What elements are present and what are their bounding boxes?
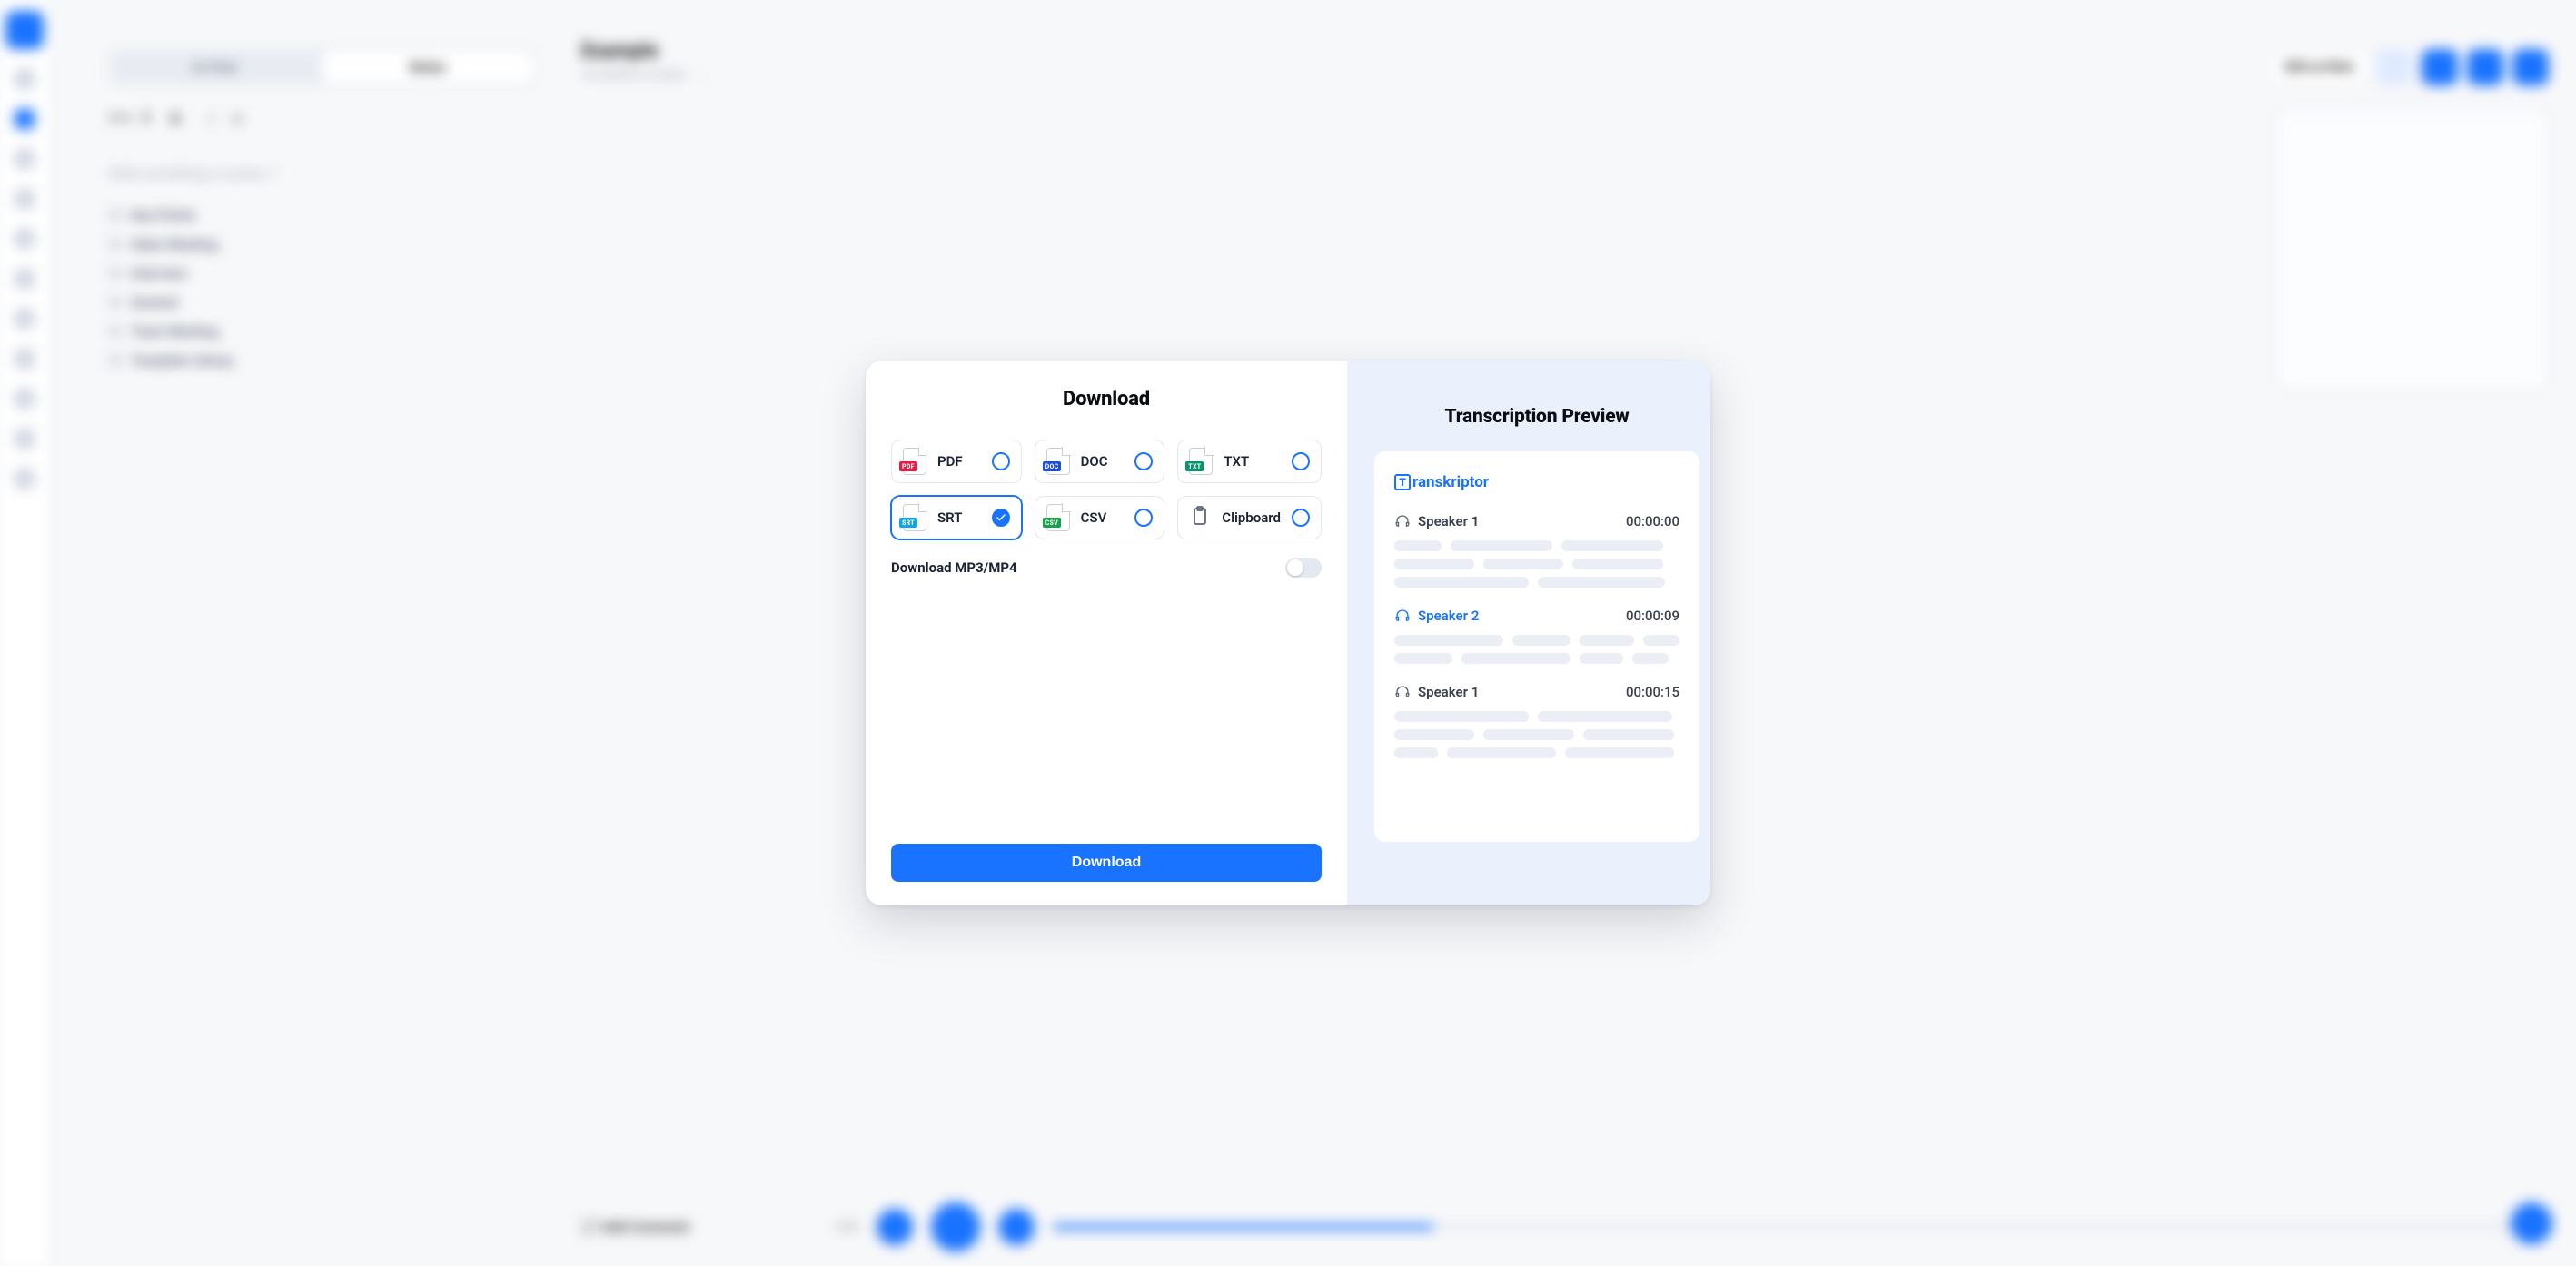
format-option-srt[interactable]: SRT SRT bbox=[891, 496, 1022, 539]
format-radio bbox=[1134, 452, 1153, 470]
skeleton-bar bbox=[1580, 653, 1623, 664]
download-title: Download bbox=[891, 388, 1322, 410]
skeleton-bar bbox=[1580, 635, 1634, 646]
skeleton-bar bbox=[1632, 653, 1669, 664]
segment-timestamp: 00:00:15 bbox=[1626, 684, 1679, 700]
segment-header: Speaker 1 00:00:00 bbox=[1394, 513, 1679, 529]
skeleton-row bbox=[1394, 653, 1679, 664]
skeleton-bar bbox=[1538, 577, 1665, 588]
brand-mark-icon: T bbox=[1394, 474, 1411, 490]
format-option-doc[interactable]: DOC DOC bbox=[1035, 440, 1165, 483]
brand-logo: Transkriptor bbox=[1394, 473, 1679, 491]
skeleton-bar bbox=[1483, 559, 1563, 569]
download-button[interactable]: Download bbox=[891, 844, 1322, 882]
skeleton-bar bbox=[1451, 540, 1552, 551]
format-radio bbox=[1134, 509, 1153, 527]
file-txt-icon: TXT bbox=[1189, 448, 1213, 475]
skeleton-row bbox=[1394, 540, 1679, 551]
clipboard-icon bbox=[1189, 505, 1211, 530]
skeleton-bar bbox=[1538, 711, 1672, 722]
skeleton-bar bbox=[1643, 635, 1679, 646]
skeleton-bar bbox=[1447, 747, 1556, 758]
skeleton-bar bbox=[1512, 635, 1570, 646]
skeleton-row bbox=[1394, 747, 1679, 758]
segment-header: Speaker 1 00:00:15 bbox=[1394, 684, 1679, 700]
format-label: CSV bbox=[1081, 509, 1125, 526]
skeleton-bar bbox=[1394, 653, 1452, 664]
format-radio bbox=[992, 452, 1010, 470]
download-media-row: Download MP3/MP4 bbox=[891, 558, 1322, 578]
format-radio bbox=[1292, 509, 1310, 527]
transcript-segment: Speaker 1 00:00:15 bbox=[1394, 684, 1679, 758]
skeleton-row bbox=[1394, 729, 1679, 740]
brand-text: ranskriptor bbox=[1412, 473, 1489, 491]
segment-speaker: Speaker 2 bbox=[1394, 608, 1479, 624]
skeleton-bar bbox=[1394, 635, 1503, 646]
skeleton-row bbox=[1394, 559, 1679, 569]
format-label: PDF bbox=[937, 453, 981, 470]
skeleton-row bbox=[1394, 635, 1679, 646]
skeleton-bar bbox=[1561, 540, 1663, 551]
segment-speaker: Speaker 1 bbox=[1394, 513, 1479, 529]
skeleton-bar bbox=[1572, 559, 1663, 569]
skeleton-bar bbox=[1394, 711, 1529, 722]
preview-panel: Transcription Preview Transkriptor Speak… bbox=[1347, 361, 1710, 905]
segment-header: Speaker 2 00:00:09 bbox=[1394, 608, 1679, 624]
download-modal: Download PDFPDFDOCDOCTXTTXTSRTSRTCSVCSVC… bbox=[866, 361, 1710, 905]
format-option-clipboard[interactable]: Clipboard bbox=[1177, 496, 1322, 539]
skeleton-bar bbox=[1394, 747, 1438, 758]
skeleton-row bbox=[1394, 711, 1679, 722]
format-grid: PDF PDF DOC DOC TXT TXT SRT SRT CSV CSV Clipboard bbox=[891, 440, 1322, 539]
format-radio bbox=[1292, 452, 1310, 470]
skeleton-bar bbox=[1394, 729, 1474, 740]
file-csv-icon: CSV bbox=[1046, 504, 1070, 531]
segment-timestamp: 00:00:00 bbox=[1626, 513, 1679, 529]
transcript-segment: Speaker 1 00:00:00 bbox=[1394, 513, 1679, 588]
skeleton-bar bbox=[1394, 540, 1442, 551]
skeleton-bar bbox=[1565, 747, 1674, 758]
format-label: TXT bbox=[1224, 453, 1281, 470]
format-option-txt[interactable]: TXT TXT bbox=[1177, 440, 1322, 483]
file-pdf-icon: PDF bbox=[903, 448, 926, 475]
skeleton-row bbox=[1394, 577, 1679, 588]
download-media-label: Download MP3/MP4 bbox=[891, 559, 1017, 576]
segment-speaker: Speaker 1 bbox=[1394, 684, 1479, 700]
format-label: SRT bbox=[937, 509, 981, 526]
preview-card: Transkriptor Speaker 1 00:00:00 Speaker 2 0… bbox=[1374, 451, 1699, 842]
skeleton-bar bbox=[1461, 653, 1570, 664]
segment-timestamp: 00:00:09 bbox=[1626, 608, 1679, 624]
modal-overlay: Download PDFPDFDOCDOCTXTTXTSRTSRTCSVCSVC… bbox=[0, 0, 2576, 1266]
skeleton-bar bbox=[1583, 729, 1674, 740]
preview-title: Transcription Preview bbox=[1374, 406, 1699, 428]
format-option-csv[interactable]: CSV CSV bbox=[1035, 496, 1165, 539]
skeleton-bar bbox=[1483, 729, 1574, 740]
format-option-pdf[interactable]: PDF PDF bbox=[891, 440, 1022, 483]
download-panel: Download PDFPDFDOCDOCTXTTXTSRTSRTCSVCSVC… bbox=[866, 361, 1347, 905]
format-label: Clipboard bbox=[1222, 509, 1281, 526]
format-label: DOC bbox=[1081, 453, 1125, 470]
format-radio bbox=[992, 509, 1010, 527]
download-media-toggle[interactable] bbox=[1285, 558, 1322, 578]
transcript-segment: Speaker 2 00:00:09 bbox=[1394, 608, 1679, 664]
toggle-knob bbox=[1287, 559, 1303, 576]
skeleton-bar bbox=[1394, 559, 1474, 569]
file-srt-icon: SRT bbox=[903, 504, 926, 531]
skeleton-bar bbox=[1394, 577, 1529, 588]
file-doc-icon: DOC bbox=[1046, 448, 1070, 475]
